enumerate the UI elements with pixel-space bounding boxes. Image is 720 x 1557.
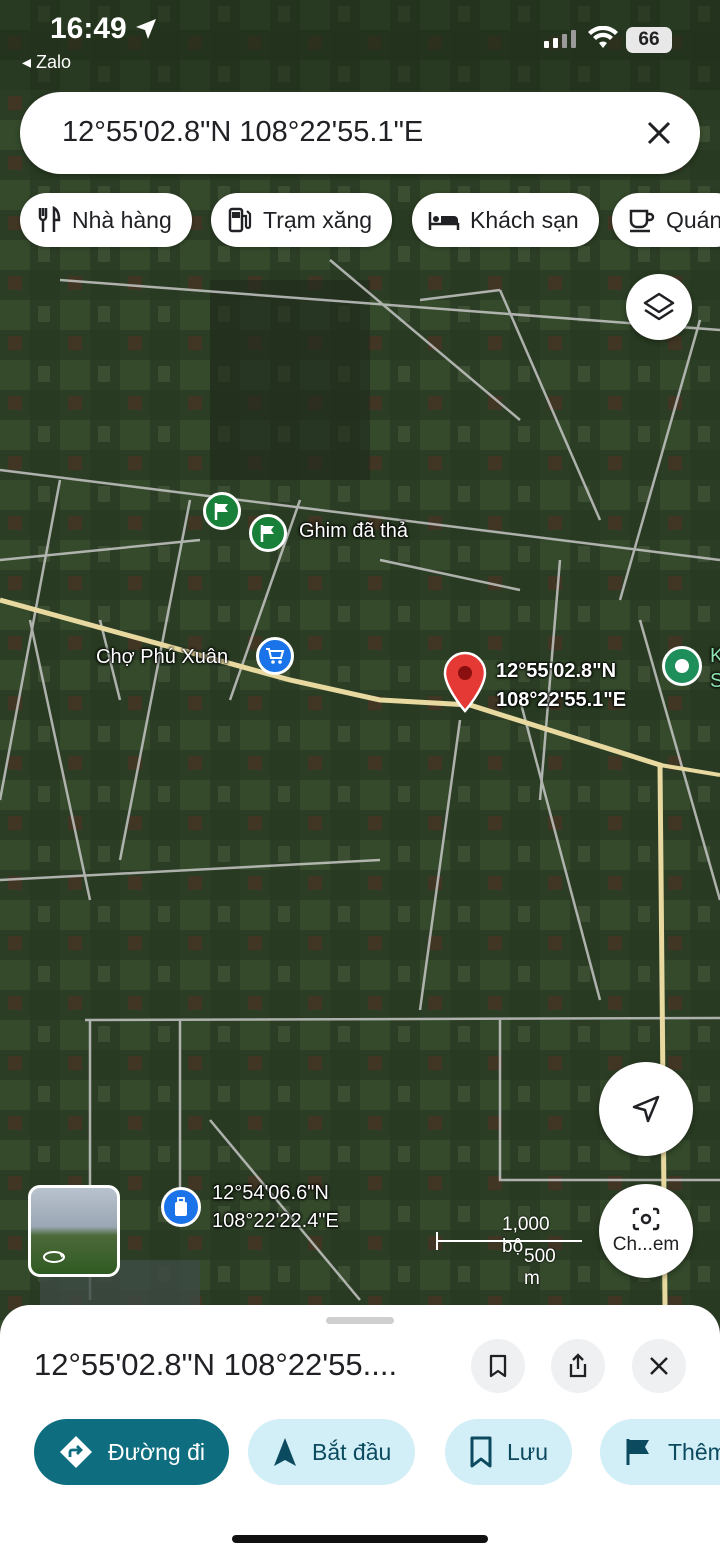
layers-icon — [643, 292, 675, 321]
place-label-line2[interactable]: S — [710, 670, 720, 693]
navigation-arrow-icon — [632, 1095, 660, 1123]
saved-place-marker[interactable] — [161, 1187, 201, 1227]
directions-icon — [60, 1436, 92, 1468]
place-title: 12°55'02.8"N 108°22'55.... — [34, 1347, 398, 1382]
rotate-360-icon — [43, 1251, 65, 1263]
shopping-cart-icon — [266, 648, 285, 664]
street-view-thumbnail[interactable] — [28, 1185, 120, 1277]
chip-cafes[interactable]: Quán — [612, 193, 720, 247]
chip-restaurants[interactable]: Nhà hàng — [20, 193, 192, 247]
place-bottom-sheet[interactable]: 12°55'02.8"N 108°22'55.... Đường đi Bắt … — [0, 1305, 720, 1557]
sheet-drag-handle[interactable] — [326, 1317, 394, 1324]
place-label-line1[interactable]: K — [710, 645, 720, 668]
home-indicator[interactable] — [232, 1535, 488, 1543]
camera-button-label: Ch...em — [612, 1234, 680, 1255]
chip-label: Nhà hàng — [72, 206, 172, 233]
directions-label: Đường đi — [108, 1438, 205, 1465]
more-label: Thêm — [668, 1438, 720, 1465]
coffee-icon — [629, 209, 655, 233]
start-button[interactable]: Bắt đầu — [248, 1419, 416, 1485]
chip-hotels[interactable]: Khách sạn — [412, 193, 599, 247]
chip-label: Khách sạn — [470, 206, 579, 233]
dropped-pin-marker[interactable] — [203, 492, 241, 530]
scale-tick — [436, 1232, 438, 1250]
close-icon[interactable] — [644, 118, 674, 148]
dropped-pin-marker[interactable] — [249, 514, 287, 552]
selected-pin-coord-line2: 108°22'55.1"E — [496, 689, 627, 711]
status-bar: 16:49 ◂ Zalo 66 — [0, 0, 720, 80]
close-icon — [650, 1357, 668, 1375]
battery-indicator: 66 — [626, 27, 672, 53]
flag-icon — [626, 1439, 649, 1465]
luggage-icon — [175, 1197, 187, 1216]
place-dot-icon — [675, 659, 689, 673]
location-arrow-icon — [136, 19, 156, 39]
save-button[interactable]: Lưu — [445, 1419, 572, 1485]
scale-metric: 500 m — [524, 1246, 556, 1289]
search-bar[interactable]: 12°55'02.8"N 108°22'55.1"E — [20, 92, 700, 174]
gas-station-icon — [228, 207, 252, 233]
hotel-icon — [428, 212, 460, 230]
place-marker[interactable] — [662, 646, 702, 686]
flag-icon — [260, 525, 274, 542]
my-location-button[interactable] — [599, 1062, 693, 1156]
selected-pin-icon[interactable] — [443, 651, 487, 713]
chip-label: Quán — [666, 206, 720, 233]
flag-icon — [214, 503, 228, 520]
wifi-icon — [588, 26, 618, 48]
dropped-pin-label[interactable]: Ghim đã thả — [299, 520, 408, 543]
saved-place-coord-line2: 108°22'22.4"E — [212, 1210, 339, 1232]
save-icon-button[interactable] — [471, 1339, 525, 1393]
status-time: 16:49 — [50, 12, 127, 45]
search-query[interactable]: 12°55'02.8"N 108°22'55.1"E — [62, 116, 423, 149]
bookmark-icon — [489, 1354, 507, 1378]
restaurant-icon — [38, 206, 61, 232]
save-label: Lưu — [507, 1438, 548, 1465]
camera-icon — [632, 1207, 660, 1231]
back-to-app-link[interactable]: ◂ Zalo — [22, 52, 71, 73]
chip-label: Trạm xăng — [263, 206, 373, 233]
share-button[interactable] — [551, 1339, 605, 1393]
share-icon — [569, 1353, 587, 1378]
market-marker[interactable] — [256, 637, 294, 675]
directions-button[interactable]: Đường đi — [34, 1419, 229, 1485]
market-label[interactable]: Chợ Phú Xuân — [96, 646, 228, 669]
layers-button[interactable] — [626, 274, 692, 340]
scale-bar — [436, 1240, 582, 1242]
more-button[interactable]: Thêm — [600, 1419, 720, 1485]
navigate-arrow-icon — [274, 1438, 296, 1466]
cellular-signal-icon — [544, 30, 576, 48]
selected-pin-coord-line1: 12°55'02.8"N — [496, 660, 617, 682]
close-sheet-button[interactable] — [632, 1339, 686, 1393]
camera-search-button[interactable]: Ch...em — [599, 1184, 693, 1278]
chip-gas-stations[interactable]: Trạm xăng — [211, 193, 393, 247]
bookmark-icon — [470, 1436, 492, 1468]
start-label: Bắt đầu — [312, 1438, 392, 1465]
saved-place-coord-line1: 12°54'06.6"N — [212, 1182, 329, 1204]
